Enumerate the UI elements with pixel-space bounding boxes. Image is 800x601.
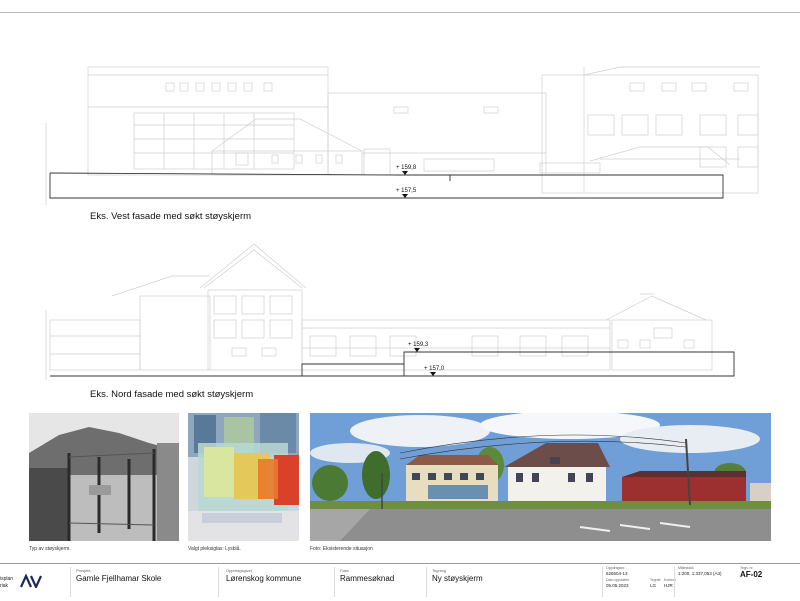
- separator: [70, 567, 71, 597]
- checked-by-value: HJR: [664, 583, 673, 588]
- scale-label: Målestokk: [678, 566, 694, 570]
- date-value: 05.05.2023: [606, 583, 629, 588]
- north-facade-caption: Eks. Nord fasade med søkt støyskjerm: [90, 389, 254, 400]
- separator: [426, 567, 427, 597]
- drawing-title-label: Tegning: [432, 568, 447, 573]
- assignment-value: 626504-13: [606, 571, 628, 576]
- client-value: Lørenskog kommune: [226, 574, 302, 583]
- north-facade-elevation: [45, 243, 735, 380]
- drawing-sheet: + 159,8 + 157,5 Eks. Vest fasade med søk…: [0, 0, 800, 600]
- client-label: Oppdragsgiver: [226, 568, 253, 573]
- logo-text-line1: isplan: [0, 576, 14, 582]
- photo-caption-existing: Foto: Eksisterende situasjon: [310, 546, 373, 552]
- drawn-by-value: LG: [650, 583, 657, 588]
- drawing-number-value: AF-02: [740, 570, 763, 579]
- photo-existing-situation: [310, 413, 771, 541]
- assignment-label: Oppdragsnr.: [606, 566, 626, 570]
- separator: [602, 567, 603, 597]
- north-elevation-top: + 159,3: [408, 342, 428, 354]
- north-facade-drawing: + 159,3 + 157,0: [0, 240, 800, 380]
- drawing-number-field: Tegn. nr. AF-02: [740, 564, 796, 601]
- separator: [674, 567, 675, 597]
- sheet-border: [0, 12, 800, 13]
- logo-text-line2: riak: [0, 583, 9, 589]
- photo-plexiglass-sample: [188, 413, 299, 541]
- scale-value: 1:200, 1:337,053 (A3): [678, 571, 722, 576]
- company-logo: isplan riak: [0, 570, 60, 598]
- project-label: Prosjekt: [76, 568, 91, 573]
- west-elevation-bottom: + 157,5: [396, 188, 416, 200]
- client-field: Oppdragsgiver Lørenskog kommune: [226, 564, 326, 601]
- west-facade-caption: Eks. Vest fasade med søkt støyskjerm: [90, 211, 252, 222]
- west-facade-elevation: [45, 66, 760, 205]
- drawing-title-value: Ny støyskjerm: [432, 574, 483, 583]
- date-label: Dato oppdatert: [606, 578, 630, 582]
- logo-mark-icon: [20, 574, 42, 588]
- west-elevation-top: + 159,8: [396, 165, 416, 177]
- photo-caption-screen-type: Typ av støyskjerm.: [29, 546, 71, 552]
- separator: [218, 567, 219, 597]
- title-block: isplan riak Prosjekt Gamle Fjellhamar Sk…: [0, 563, 800, 601]
- project-field: Prosjekt Gamle Fjellhamar Skole: [76, 564, 216, 601]
- phase-field: Fase Rammesøknad: [340, 564, 420, 601]
- separator: [334, 567, 335, 597]
- drawing-title-field: Tegning Ny støyskjerm: [432, 564, 582, 601]
- phase-value: Rammesøknad: [340, 574, 395, 583]
- photo-noise-screen-type: [29, 413, 179, 541]
- photo-caption-plexiglass: Valgt pleksiglas: Lysbiå.: [188, 546, 241, 552]
- west-facade-drawing: + 159,8 + 157,5: [0, 55, 800, 205]
- scale-field: Målestokk 1:200, 1:337,053 (A3): [678, 564, 738, 601]
- north-elevation-bottom: + 157,0: [424, 366, 444, 378]
- phase-label: Fase: [340, 568, 349, 573]
- project-value: Gamle Fjellhamar Skole: [76, 574, 162, 583]
- drawn-by-label: Tegnet: [650, 578, 661, 582]
